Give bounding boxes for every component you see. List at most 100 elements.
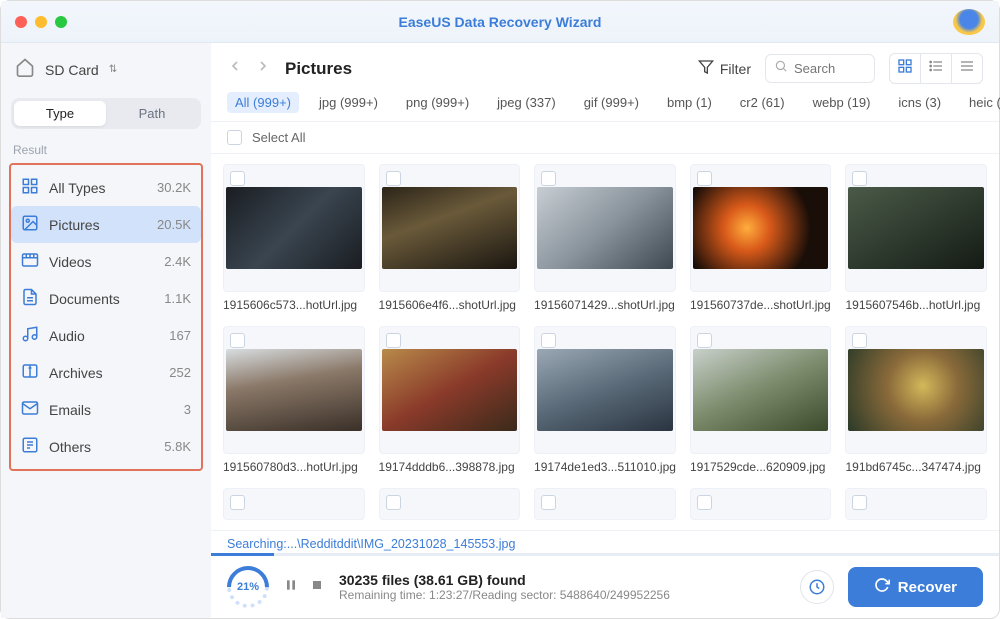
home-icon xyxy=(15,57,35,82)
sidebar-item-documents[interactable]: Documents1.1K xyxy=(11,280,201,317)
file-checkbox[interactable] xyxy=(386,333,401,348)
file-checkbox[interactable] xyxy=(697,333,712,348)
ext-filter-chip[interactable]: cr2 (61) xyxy=(732,92,793,113)
pause-button[interactable] xyxy=(283,577,299,598)
thumbnail xyxy=(379,326,521,454)
file-checkbox[interactable] xyxy=(230,333,245,348)
sidebar-item-others[interactable]: Others5.8K xyxy=(11,428,201,465)
category-count: 167 xyxy=(169,328,191,343)
category-count: 5.8K xyxy=(164,439,191,454)
file-name: 191560780d3...hotUrl.jpg xyxy=(223,460,365,474)
image-preview xyxy=(226,187,362,269)
file-name: 19156071429...shotUrl.jpg xyxy=(534,298,676,312)
thumbnail xyxy=(379,164,521,292)
file-checkbox[interactable] xyxy=(697,495,712,510)
file-card[interactable] xyxy=(845,488,987,520)
thumbnail xyxy=(223,164,365,292)
ext-filter-chip[interactable]: png (999+) xyxy=(398,92,477,113)
recover-label: Recover xyxy=(898,579,957,596)
image-preview xyxy=(848,187,984,269)
category-label: Pictures xyxy=(49,217,100,233)
thumbnail xyxy=(379,488,521,520)
found-count: 30235 files (38.61 GB) found xyxy=(339,572,670,588)
tab-type[interactable]: Type xyxy=(14,101,106,126)
window-controls xyxy=(15,16,67,28)
file-card[interactable]: 191560780d3...hotUrl.jpg xyxy=(223,326,365,474)
select-all-row[interactable]: Select All xyxy=(211,122,999,154)
file-card[interactable]: 1915606c573...hotUrl.jpg xyxy=(223,164,365,312)
file-card[interactable] xyxy=(379,488,521,520)
ext-filter-chip[interactable]: icns (3) xyxy=(890,92,949,113)
ext-filter-chip[interactable]: bmp (1) xyxy=(659,92,720,113)
file-checkbox[interactable] xyxy=(230,171,245,186)
stop-button[interactable] xyxy=(309,577,325,598)
file-card[interactable] xyxy=(690,488,832,520)
filter-button[interactable]: Filter xyxy=(698,59,751,78)
recover-button[interactable]: Recover xyxy=(848,567,983,607)
file-card[interactable]: 191560737de...shotUrl.jpg xyxy=(690,164,832,312)
file-checkbox[interactable] xyxy=(697,171,712,186)
sidebar-item-videos[interactable]: Videos2.4K xyxy=(11,243,201,280)
file-name: 191bd6745c...347474.jpg xyxy=(845,460,987,474)
sidebar-item-all-types[interactable]: All Types30.2K xyxy=(11,169,201,206)
sidebar-item-emails[interactable]: Emails3 xyxy=(11,391,201,428)
file-checkbox[interactable] xyxy=(852,171,867,186)
location-selector[interactable]: SD Card ⇅ xyxy=(9,53,203,86)
search-box[interactable] xyxy=(765,54,875,83)
file-checkbox[interactable] xyxy=(541,333,556,348)
maximize-window-button[interactable] xyxy=(55,16,67,28)
history-button[interactable] xyxy=(800,570,834,604)
ext-filter-chip[interactable]: webp (19) xyxy=(805,92,879,113)
file-card[interactable]: 19174dddb6...398878.jpg xyxy=(379,326,521,474)
file-checkbox[interactable] xyxy=(386,495,401,510)
image-preview xyxy=(226,349,362,431)
image-preview xyxy=(537,349,673,431)
file-card[interactable]: 191bd6745c...347474.jpg xyxy=(845,326,987,474)
breadcrumb: Pictures xyxy=(285,59,352,79)
thumbnail xyxy=(534,164,676,292)
file-checkbox[interactable] xyxy=(230,495,245,510)
file-checkbox[interactable] xyxy=(852,495,867,510)
close-window-button[interactable] xyxy=(15,16,27,28)
view-list-button[interactable] xyxy=(921,54,952,83)
file-card[interactable]: 19156071429...shotUrl.jpg xyxy=(534,164,676,312)
thumbnail xyxy=(534,326,676,454)
file-checkbox[interactable] xyxy=(852,333,867,348)
view-grid-button[interactable] xyxy=(890,54,921,83)
tab-path[interactable]: Path xyxy=(106,101,198,126)
search-input[interactable] xyxy=(794,61,866,76)
file-checkbox[interactable] xyxy=(386,171,401,186)
file-card[interactable]: 1915607546b...hotUrl.jpg xyxy=(845,164,987,312)
doc-icon xyxy=(21,288,39,309)
ext-filter-chip[interactable]: jpg (999+) xyxy=(311,92,386,113)
sidebar-item-archives[interactable]: Archives252 xyxy=(11,354,201,391)
ext-filter-chip[interactable]: gif (999+) xyxy=(576,92,647,113)
file-card[interactable]: 19174de1ed3...511010.jpg xyxy=(534,326,676,474)
sidebar-item-audio[interactable]: Audio167 xyxy=(11,317,201,354)
extension-filter-bar: All (999+) jpg (999+) png (999+) jpeg (337)… xyxy=(211,92,999,122)
thumbnail xyxy=(223,326,365,454)
forward-button[interactable] xyxy=(255,58,271,79)
ext-filter-chip[interactable]: heic (11) xyxy=(961,92,1000,113)
sidebar-item-pictures[interactable]: Pictures20.5K xyxy=(11,206,201,243)
file-card[interactable] xyxy=(534,488,676,520)
back-button[interactable] xyxy=(227,58,243,79)
file-checkbox[interactable] xyxy=(541,495,556,510)
file-checkbox[interactable] xyxy=(541,171,556,186)
select-all-checkbox[interactable] xyxy=(227,130,242,145)
image-preview xyxy=(537,187,673,269)
file-card[interactable] xyxy=(223,488,365,520)
file-name: 1917529cde...620909.jpg xyxy=(690,460,832,474)
minimize-window-button[interactable] xyxy=(35,16,47,28)
view-detail-button[interactable] xyxy=(952,54,982,83)
file-card[interactable]: 1917529cde...620909.jpg xyxy=(690,326,832,474)
ext-filter-chip[interactable]: jpeg (337) xyxy=(489,92,564,113)
ext-filter-chip[interactable]: All (999+) xyxy=(227,92,299,113)
video-icon xyxy=(21,251,39,272)
thumbnail xyxy=(690,326,832,454)
file-name: 1915606e4f6...shotUrl.jpg xyxy=(379,298,521,312)
image-preview xyxy=(382,187,518,269)
category-count: 30.2K xyxy=(157,180,191,195)
file-card[interactable]: 1915606e4f6...shotUrl.jpg xyxy=(379,164,521,312)
file-name: 19174de1ed3...511010.jpg xyxy=(534,460,676,474)
